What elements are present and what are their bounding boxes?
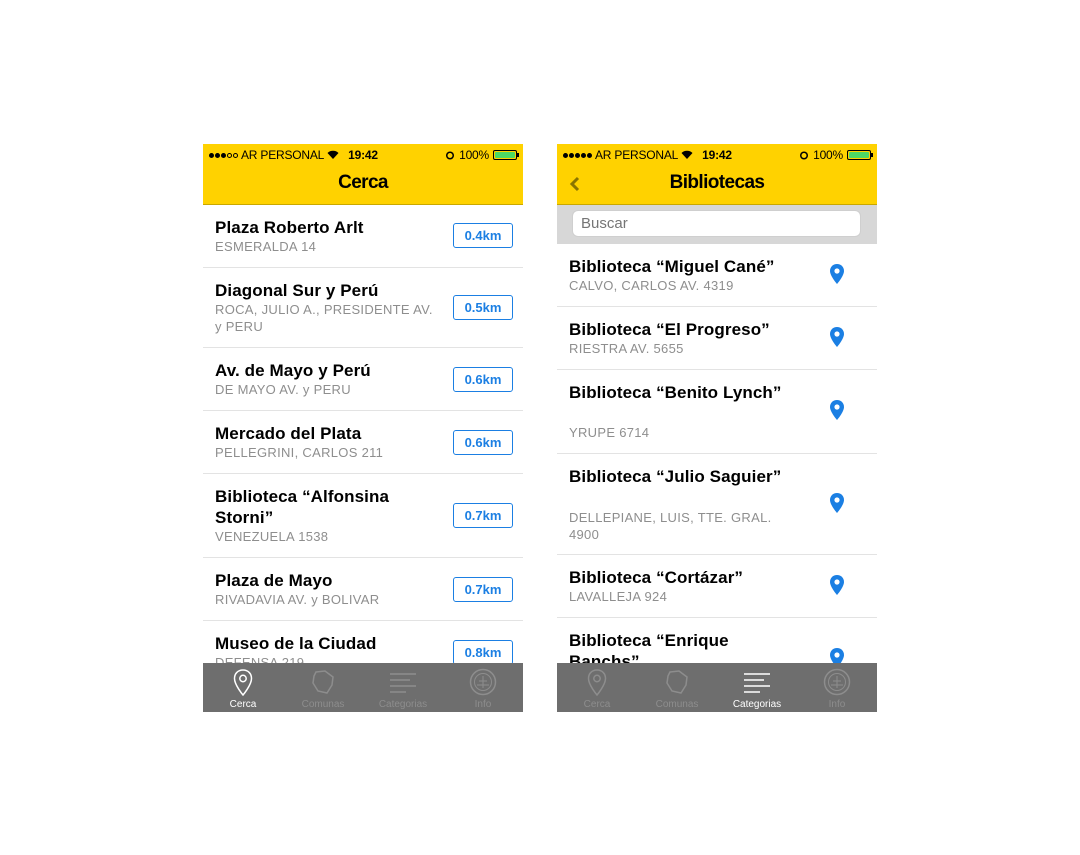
- map-pin-icon[interactable]: [830, 327, 844, 347]
- item-address: DELLEPIANE, LUIS, TTE. GRAL. 4900: [569, 510, 772, 542]
- tab-label: Comunas: [301, 699, 345, 710]
- search-bar: [557, 205, 877, 244]
- navigation-bar: Cerca: [203, 164, 523, 205]
- map-region-icon: [312, 670, 334, 694]
- list-item[interactable]: Biblioteca “Alfonsina Storni” VENEZUELA …: [203, 474, 523, 558]
- city-seal-icon: [469, 668, 497, 696]
- map-region-icon: [666, 670, 688, 694]
- tab-label: Comunas: [655, 699, 699, 710]
- map-pin-icon[interactable]: [830, 400, 844, 420]
- item-address: LAVALLEJA 924: [569, 589, 668, 604]
- item-title: Biblioteca “Cortázar”: [569, 568, 744, 587]
- list-item[interactable]: Biblioteca “Cortázar” LAVALLEJA 924: [557, 555, 877, 618]
- status-bar: AR PERSONAL 19:42 100%: [203, 144, 523, 164]
- item-title: Biblioteca “Julio Saguier”: [569, 467, 782, 486]
- list-item[interactable]: Plaza Roberto Arlt ESMERALDA 14 0.4km: [203, 205, 523, 268]
- list-item[interactable]: Diagonal Sur y Perú ROCA, JULIO A., PRES…: [203, 268, 523, 348]
- tab-label: Cerca: [583, 699, 611, 710]
- status-bar: AR PERSONAL 19:42 100%: [557, 144, 877, 164]
- tab-info[interactable]: Info: [797, 663, 877, 712]
- distance-button[interactable]: 0.5km: [453, 295, 513, 320]
- list-item[interactable]: Av. de Mayo y Perú DE MAYO AV. y PERU 0.…: [203, 348, 523, 411]
- tab-label: Info: [474, 699, 492, 710]
- navigation-bar: Bibliotecas: [557, 164, 877, 205]
- item-address: ROCA, JULIO A., PRESIDENTE AV. y PERU: [215, 302, 433, 334]
- page-title: Cerca: [338, 172, 388, 193]
- phone-screen-cerca: AR PERSONAL 19:42 100% Cerca Plaza Rober…: [203, 144, 523, 712]
- item-address: YRUPE 6714: [569, 425, 650, 440]
- item-address: RIVADAVIA AV. y BOLIVAR: [215, 592, 380, 607]
- search-input[interactable]: [572, 210, 861, 237]
- location-pin-icon: [587, 669, 607, 697]
- item-title: Plaza de Mayo: [215, 571, 333, 590]
- city-seal-icon: [823, 668, 851, 696]
- list-item[interactable]: Biblioteca “El Progreso” RIESTRA AV. 565…: [557, 307, 877, 370]
- item-address: ESMERALDA 14: [215, 239, 317, 254]
- list-item[interactable]: Plaza de Mayo RIVADAVIA AV. y BOLIVAR 0.…: [203, 558, 523, 621]
- item-address: VENEZUELA 1538: [215, 529, 329, 544]
- item-address: PELLEGRINI, CARLOS 211: [215, 445, 384, 460]
- item-address: RIESTRA AV. 5655: [569, 341, 684, 356]
- list-item[interactable]: Biblioteca “Miguel Cané” CALVO, CARLOS A…: [557, 244, 877, 307]
- item-address: DE MAYO AV. y PERU: [215, 382, 351, 397]
- battery-icon: [493, 150, 519, 160]
- location-pin-icon: [233, 669, 253, 697]
- list-item[interactable]: Biblioteca “Benito Lynch” YRUPE 6714: [557, 370, 877, 454]
- item-address: CALVO, CARLOS AV. 4319: [569, 278, 734, 293]
- battery-icon: [847, 150, 873, 160]
- battery-percent: 100%: [459, 148, 489, 162]
- tab-label: Categorias: [378, 699, 428, 710]
- list-lines-icon: [390, 673, 416, 693]
- item-title: Mercado del Plata: [215, 424, 362, 443]
- tab-comunas[interactable]: Comunas: [637, 663, 717, 712]
- item-title: Av. de Mayo y Perú: [215, 361, 371, 380]
- tab-info[interactable]: Info: [443, 663, 523, 712]
- tab-bar: Cerca Comunas Categorias Info: [557, 663, 877, 712]
- item-title: Biblioteca “Miguel Cané”: [569, 257, 775, 276]
- distance-button[interactable]: 0.6km: [453, 430, 513, 455]
- map-pin-icon[interactable]: [830, 575, 844, 595]
- list-item[interactable]: Mercado del Plata PELLEGRINI, CARLOS 211…: [203, 411, 523, 474]
- alarm-clock-icon: [800, 151, 809, 160]
- tab-comunas[interactable]: Comunas: [283, 663, 363, 712]
- page-title: Bibliotecas: [669, 172, 765, 193]
- alarm-clock-icon: [446, 151, 455, 160]
- item-title: Museo de la Ciudad: [215, 634, 377, 653]
- distance-button[interactable]: 0.8km: [453, 640, 513, 665]
- map-pin-icon[interactable]: [830, 264, 844, 284]
- item-title: Biblioteca “Benito Lynch”: [569, 383, 782, 402]
- distance-button[interactable]: 0.7km: [453, 577, 513, 602]
- list-item[interactable]: Biblioteca “Julio Saguier” DELLEPIANE, L…: [557, 454, 877, 555]
- distance-button[interactable]: 0.6km: [453, 367, 513, 392]
- item-title: Biblioteca “Alfonsina Storni”: [215, 487, 390, 527]
- tab-cerca[interactable]: Cerca: [557, 663, 637, 712]
- tab-bar: Cerca Comunas Categorias Info: [203, 663, 523, 712]
- distance-button[interactable]: 0.7km: [453, 503, 513, 528]
- item-title: Diagonal Sur y Perú: [215, 281, 379, 300]
- phone-screen-bibliotecas: AR PERSONAL 19:42 100% Bibliotecas Bibli…: [557, 144, 877, 712]
- nearby-list: Plaza Roberto Arlt ESMERALDA 14 0.4km Di…: [203, 205, 523, 684]
- tab-categorias[interactable]: Categorias: [363, 663, 443, 712]
- tab-label: Cerca: [229, 699, 257, 710]
- map-pin-icon[interactable]: [830, 493, 844, 513]
- tab-categorias[interactable]: Categorias: [717, 663, 797, 712]
- item-title: Biblioteca “El Progreso”: [569, 320, 770, 339]
- battery-percent: 100%: [813, 148, 843, 162]
- tab-label: Info: [828, 699, 846, 710]
- distance-button[interactable]: 0.4km: [453, 223, 513, 248]
- library-list: Biblioteca “Miguel Cané” CALVO, CARLOS A…: [557, 244, 877, 702]
- item-title: Plaza Roberto Arlt: [215, 218, 364, 237]
- list-lines-icon: [744, 673, 770, 693]
- tab-cerca[interactable]: Cerca: [203, 663, 283, 712]
- tab-label: Categorias: [732, 699, 782, 710]
